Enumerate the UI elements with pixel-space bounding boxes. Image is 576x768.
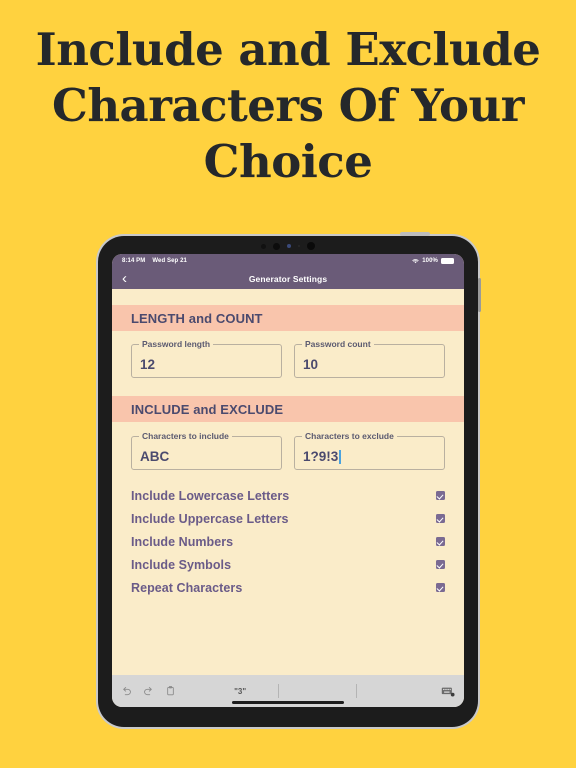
section-header-include-exclude: INCLUDE and EXCLUDE — [112, 396, 464, 422]
password-count-value: 10 — [303, 357, 319, 372]
navigation-bar: ‹ Generator Settings — [112, 268, 464, 289]
password-count-field[interactable]: Password count 10 — [294, 339, 445, 378]
keyboard-suggestions: "3" — [202, 683, 433, 699]
field-row-length-count: Password length 12 Password count 10 — [112, 331, 464, 378]
suggestion-divider — [278, 684, 280, 698]
characters-to-exclude-value: 1?9!3 — [303, 449, 341, 464]
password-length-value: 12 — [140, 357, 156, 372]
status-bar-left: 8:14 PM Wed Sep 21 — [122, 258, 187, 264]
characters-to-include-value: ABC — [140, 449, 170, 464]
status-bar: 8:14 PM Wed Sep 21 100% — [112, 254, 464, 268]
checkbox-checked-icon[interactable] — [436, 537, 445, 546]
volume-button[interactable] — [478, 278, 481, 312]
characters-to-exclude-field[interactable]: Characters to exclude 1?9!3 — [294, 431, 445, 470]
battery-percent: 100% — [422, 258, 438, 264]
checkbox-checked-icon[interactable] — [436, 514, 445, 523]
options-list: Include Lowercase Letters Include Upperc… — [112, 470, 464, 599]
option-include-uppercase[interactable]: Include Uppercase Letters — [131, 507, 445, 530]
characters-to-include-label: Characters to include — [139, 431, 232, 441]
device-screen: 8:14 PM Wed Sep 21 100% ‹ Generator Sett… — [112, 254, 464, 707]
keyboard-toolbar-left — [121, 685, 176, 697]
status-date: Wed Sep 21 — [152, 258, 187, 264]
paste-icon[interactable] — [165, 685, 176, 697]
checkbox-checked-icon[interactable] — [436, 583, 445, 592]
characters-to-include-field[interactable]: Characters to include ABC — [131, 431, 282, 470]
option-label: Repeat Characters — [131, 580, 243, 595]
option-include-numbers[interactable]: Include Numbers — [131, 530, 445, 553]
suggestion-item[interactable]: "3" — [202, 687, 278, 696]
password-length-label: Password length — [139, 339, 214, 349]
sensor-dot — [261, 243, 266, 249]
password-count-label: Password count — [302, 339, 374, 349]
content-top-spacer — [112, 289, 464, 305]
sensor-dot — [273, 242, 280, 250]
field-row-include-exclude: Characters to include ABC Characters to … — [112, 422, 464, 470]
front-camera-sensors — [98, 241, 478, 251]
keyboard-dismiss-icon[interactable] — [441, 685, 455, 697]
home-indicator[interactable] — [232, 701, 344, 704]
option-include-lowercase[interactable]: Include Lowercase Letters — [131, 484, 445, 507]
sensor-dot — [298, 245, 300, 247]
option-include-symbols[interactable]: Include Symbols — [131, 553, 445, 576]
battery-icon — [441, 258, 454, 264]
camera-lens-icon — [287, 244, 291, 248]
page-title: Include and Exclude Characters Of Your C… — [35, 23, 541, 188]
redo-icon[interactable] — [143, 685, 154, 697]
option-label: Include Symbols — [131, 557, 232, 572]
text-cursor — [339, 449, 341, 464]
option-label: Include Lowercase Letters — [131, 488, 290, 503]
wifi-icon — [412, 258, 419, 264]
sensor-dot — [307, 242, 315, 250]
password-length-field[interactable]: Password length 12 — [131, 339, 282, 378]
status-bar-right: 100% — [412, 258, 454, 264]
settings-content: LENGTH and COUNT Password length 12 Pass… — [112, 289, 464, 661]
option-label: Include Numbers — [131, 534, 234, 549]
status-time: 8:14 PM — [122, 258, 146, 264]
nav-title: Generator Settings — [248, 273, 328, 284]
characters-to-exclude-text: 1?9!3 — [303, 449, 339, 464]
section-header-length-count: LENGTH and COUNT — [112, 305, 464, 331]
checkbox-checked-icon[interactable] — [436, 560, 445, 569]
tablet-device-frame: 8:14 PM Wed Sep 21 100% ‹ Generator Sett… — [98, 232, 481, 727]
power-button[interactable] — [400, 232, 430, 236]
characters-to-exclude-label: Characters to exclude — [302, 431, 397, 441]
option-label: Include Uppercase Letters — [131, 511, 289, 526]
undo-icon[interactable] — [121, 685, 132, 697]
suggestion-divider — [355, 684, 357, 698]
option-repeat-characters[interactable]: Repeat Characters — [131, 576, 445, 599]
checkbox-checked-icon[interactable] — [436, 491, 445, 500]
screenshot-page: Include and Exclude Characters Of Your C… — [0, 0, 576, 768]
